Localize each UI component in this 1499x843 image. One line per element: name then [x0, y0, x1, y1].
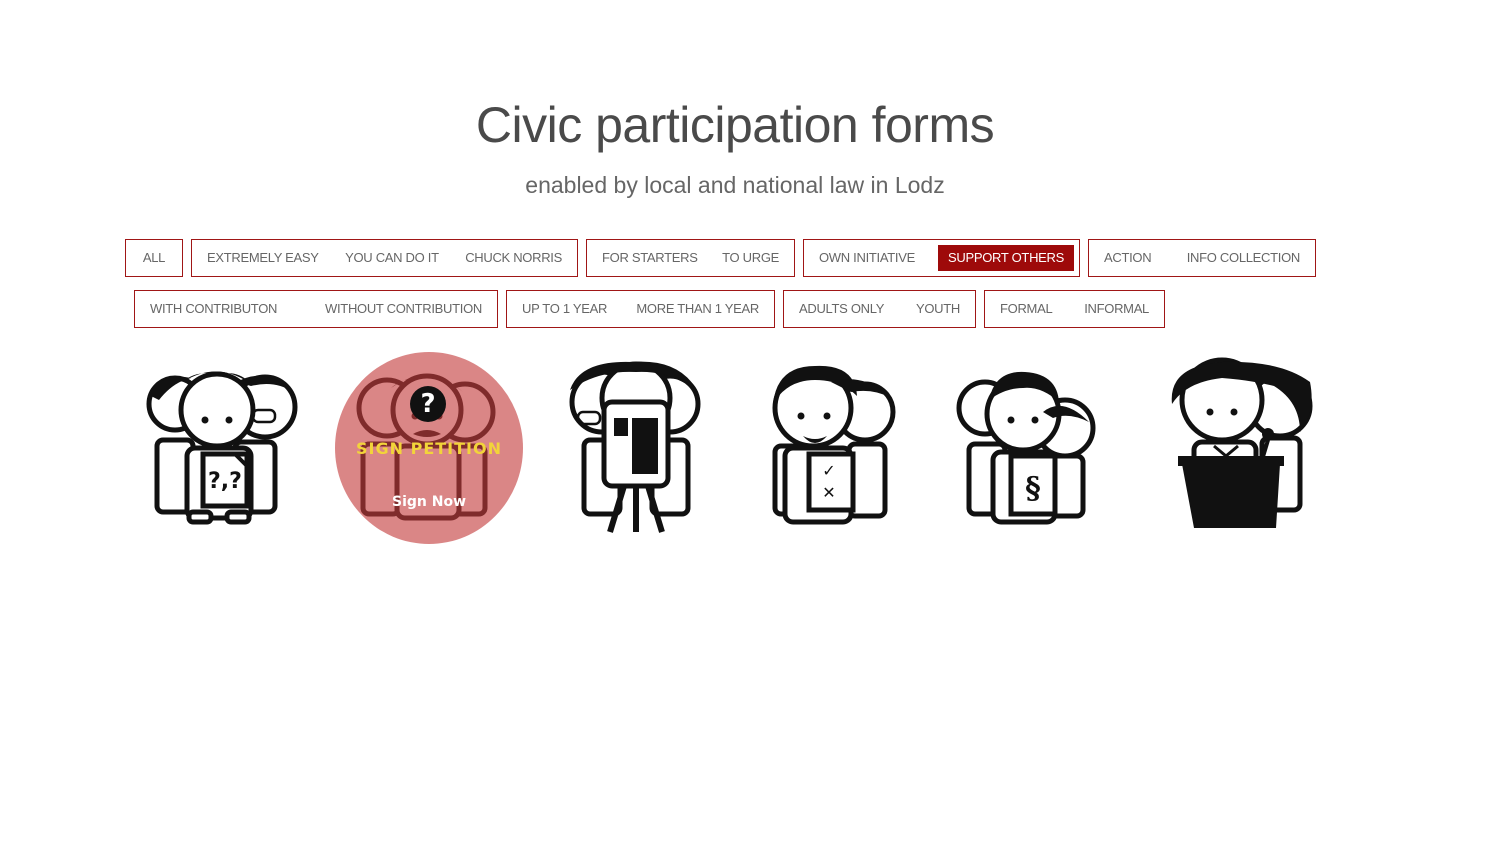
participation-form-card-5[interactable]: §	[945, 352, 1135, 544]
filter-extremely-easy[interactable]: EXTREMELY EASY	[197, 245, 329, 271]
filter-more-than-1-year[interactable]: MORE THAN 1 YEAR	[626, 296, 769, 322]
filter-action[interactable]: ACTION	[1094, 245, 1161, 271]
survey-board-group-icon	[569, 361, 701, 533]
filter-for-starters[interactable]: FOR STARTERS	[592, 245, 708, 271]
filter-group-type: ACTION INFO COLLECTION	[1088, 239, 1316, 277]
filter-info-collection[interactable]: INFO COLLECTION	[1177, 245, 1310, 271]
filter-support-others[interactable]: SUPPORT OTHERS	[938, 245, 1074, 271]
filter-to-urge[interactable]: TO URGE	[712, 245, 789, 271]
filter-group-duration: UP TO 1 YEAR MORE THAN 1 YEAR	[506, 290, 775, 328]
filter-adults-only[interactable]: ADULTS ONLY	[789, 296, 894, 322]
filter-with-contribution[interactable]: WITH CONTRIBUTON	[140, 296, 287, 322]
ballot-group-icon: ✓ ✕	[772, 365, 896, 525]
svg-text:✓: ✓	[822, 461, 835, 480]
question-paper-group-icon: ?,?	[146, 371, 298, 525]
filter-group-contribution: WITH CONTRIBUTON WITHOUT CONTRIBUTION	[134, 290, 498, 328]
filter-group-age: ADULTS ONLY YOUTH	[783, 290, 976, 328]
sign-now-button[interactable]: Sign Now	[335, 494, 523, 510]
svg-text:§: §	[1025, 471, 1041, 506]
filter-without-contribution[interactable]: WITHOUT CONTRIBUTION	[315, 296, 492, 322]
filter-chuck-norris[interactable]: CHUCK NORRIS	[455, 245, 572, 271]
podium-speaker-icon	[1171, 357, 1313, 528]
filter-own-initiative[interactable]: OWN INITIATIVE	[809, 245, 925, 271]
page-subtitle: enabled by local and national law in Lod…	[525, 172, 945, 198]
page-title: Civic participation forms	[475, 97, 995, 153]
petition-hover-overlay[interactable]: ? SIGN PETITION Sign Now	[335, 352, 525, 544]
participation-form-card-1[interactable]: ?,?	[135, 352, 325, 544]
svg-text:?,?: ?,?	[208, 469, 242, 494]
filter-group-initiative: OWN INITIATIVE SUPPORT OTHERS	[803, 239, 1080, 277]
participation-form-card-3[interactable]	[540, 352, 730, 544]
sign-petition-label: SIGN PETITION	[356, 439, 502, 458]
filter-group-difficulty: EXTREMELY EASY YOU CAN DO IT CHUCK NORRI…	[191, 239, 578, 277]
filter-group-formality: FORMAL INFORMAL	[984, 290, 1165, 328]
filter-all[interactable]: ALL	[133, 245, 175, 271]
filter-you-can-do-it[interactable]: YOU CAN DO IT	[335, 245, 449, 271]
participation-form-card-4[interactable]: ✓ ✕	[745, 352, 935, 544]
participation-form-card-6[interactable]	[1150, 352, 1340, 544]
filter-up-to-1-year[interactable]: UP TO 1 YEAR	[512, 296, 617, 322]
filter-informal[interactable]: INFORMAL	[1074, 296, 1159, 322]
filter-group-intensity: FOR STARTERS TO URGE	[586, 239, 795, 277]
participation-form-card-2[interactable]: ? SIGN PETITION Sign Now	[335, 352, 525, 544]
filter-formal[interactable]: FORMAL	[990, 296, 1062, 322]
filter-group-all: ALL	[125, 239, 183, 277]
law-paper-group-icon: §	[956, 371, 1096, 525]
filter-youth[interactable]: YOUTH	[906, 296, 970, 322]
svg-text:✕: ✕	[822, 483, 835, 502]
question-badge-icon: ?	[410, 386, 446, 422]
